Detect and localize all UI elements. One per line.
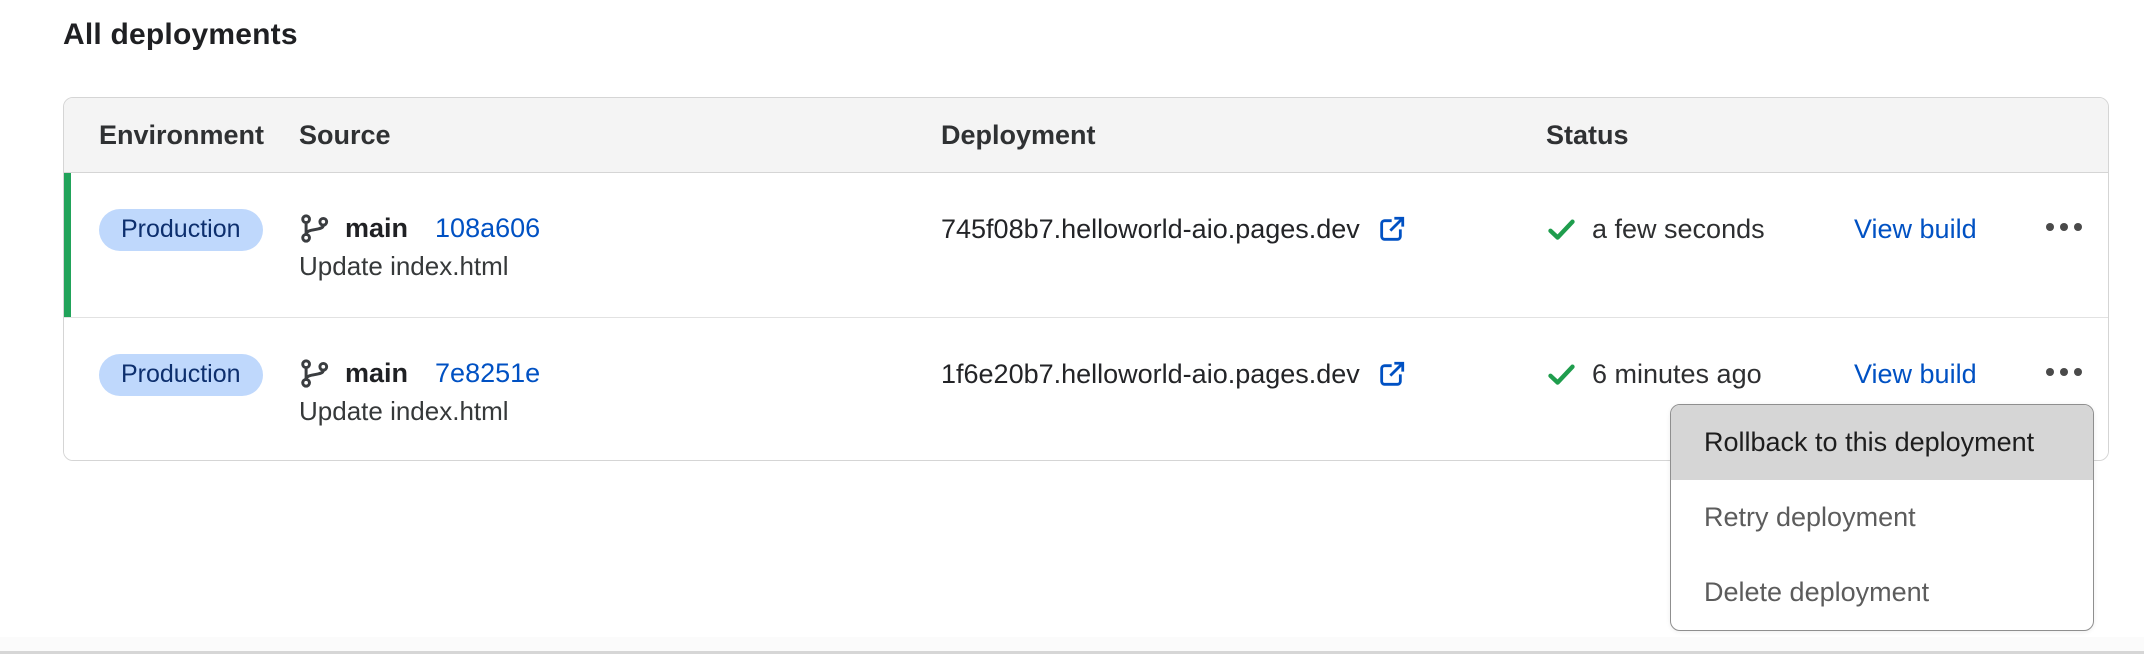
view-build-cell: View build (1854, 173, 2034, 317)
environment-cell: Production (99, 173, 299, 317)
view-build-link[interactable]: View build (1854, 214, 1977, 244)
status-cell: a few seconds (1546, 173, 1854, 317)
ellipsis-icon[interactable] (2034, 368, 2094, 376)
column-header-deployment: Deployment (941, 120, 1546, 151)
deployment-time: a few seconds (1592, 211, 1765, 248)
page-bottom-divider (0, 637, 2144, 654)
deployment-url: 1f6e20b7.helloworld-aio.pages.dev (941, 356, 1360, 393)
ellipsis-icon[interactable] (2034, 223, 2094, 231)
source-cell: main 108a606 Update index.html (299, 173, 941, 317)
success-check-icon (1546, 214, 1577, 245)
deployment-row: Production main 108a606 Update index.htm… (64, 173, 2108, 318)
deployment-url: 745f08b7.helloworld-aio.pages.dev (941, 211, 1360, 248)
git-branch-icon (299, 358, 330, 389)
external-link-icon[interactable] (1375, 214, 1407, 246)
menu-item-retry[interactable]: Retry deployment (1671, 480, 2093, 555)
commit-link[interactable]: 108a606 (435, 210, 540, 247)
active-deployment-indicator (64, 173, 71, 317)
deployment-time: 6 minutes ago (1592, 356, 1762, 393)
commit-link[interactable]: 7e8251e (435, 355, 540, 392)
commit-message: Update index.html (299, 393, 941, 430)
branch-name: main (345, 210, 408, 247)
environment-badge: Production (99, 209, 263, 251)
git-branch-icon (299, 213, 330, 244)
table-header-row: Environment Source Deployment Status (64, 98, 2108, 173)
column-header-status: Status (1546, 120, 1854, 151)
deployment-cell: 1f6e20b7.helloworld-aio.pages.dev (941, 318, 1546, 460)
source-cell: main 7e8251e Update index.html (299, 318, 941, 460)
branch-name: main (345, 355, 408, 392)
context-menu: Rollback to this deployment Retry deploy… (1670, 404, 2094, 631)
column-header-environment: Environment (99, 120, 299, 151)
external-link-icon[interactable] (1375, 359, 1407, 391)
menu-item-delete[interactable]: Delete deployment (1671, 555, 2093, 630)
environment-badge: Production (99, 354, 263, 396)
page-title: All deployments (63, 18, 298, 52)
column-header-source: Source (299, 120, 941, 151)
success-check-icon (1546, 359, 1577, 390)
environment-cell: Production (99, 318, 299, 460)
menu-item-rollback[interactable]: Rollback to this deployment (1671, 405, 2093, 480)
deployment-cell: 745f08b7.helloworld-aio.pages.dev (941, 173, 1546, 317)
row-actions-cell (2034, 173, 2108, 317)
view-build-link[interactable]: View build (1854, 359, 1977, 389)
commit-message: Update index.html (299, 248, 941, 285)
